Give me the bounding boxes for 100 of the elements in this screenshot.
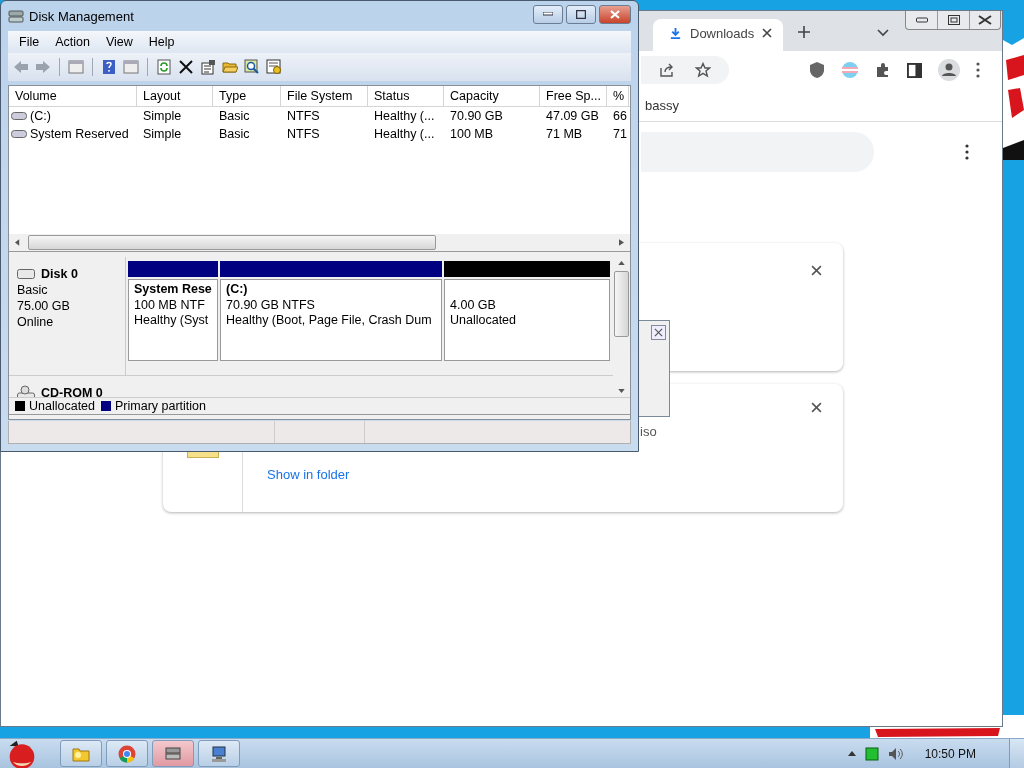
table-cell-text: 66 [612, 109, 628, 123]
table-cell-text: Simple [142, 127, 183, 141]
drive-icon [17, 269, 35, 279]
bookmark-item[interactable]: bassy [645, 97, 679, 113]
menu-icon[interactable] [976, 62, 980, 78]
menu-icon[interactable] [965, 144, 969, 160]
minimize-icon [915, 17, 928, 23]
disk-icon [164, 744, 182, 763]
new-tab-icon[interactable] [797, 25, 811, 39]
window-title: Disk Management [29, 8, 134, 24]
drive-icon [11, 112, 27, 120]
menu-item[interactable]: Help [148, 35, 175, 49]
close-icon [654, 328, 663, 337]
close-icon[interactable] [811, 402, 822, 413]
table-cell-text: NTFS [286, 109, 321, 123]
address-bar[interactable] [641, 56, 729, 84]
refresh-icon[interactable] [156, 59, 172, 75]
partition-size: 70.90 GB NTFS [226, 298, 316, 312]
disk-type: Basic [17, 283, 49, 297]
table-cell-text: Basic [218, 109, 251, 123]
close-button[interactable] [651, 325, 666, 340]
show-in-folder-link[interactable]: Show in folder [267, 467, 350, 482]
disk-status: Online [17, 315, 55, 329]
table-cell-text: 71 [612, 127, 628, 141]
settings-icon[interactable] [266, 59, 282, 75]
taskbar-button[interactable] [152, 740, 194, 767]
partition-size: 100 MB NTF [134, 298, 206, 312]
horizontal-scrollbar[interactable] [9, 234, 630, 252]
menu-item[interactable]: View [105, 35, 133, 49]
arrow-up-icon[interactable] [618, 261, 625, 265]
close-icon [978, 15, 992, 25]
folder-icon [72, 745, 90, 762]
computer-icon [210, 744, 228, 763]
table-cell-text: 71 MB [545, 127, 584, 141]
menu-item[interactable]: File [19, 35, 40, 49]
table-cell-text: Healthy (... [373, 109, 436, 123]
close-icon [610, 9, 620, 19]
column-header[interactable]: % [607, 86, 629, 106]
caret-up-icon[interactable] [847, 751, 856, 756]
speaker-icon[interactable] [887, 746, 904, 761]
table-cell-text: 70.90 GB [449, 109, 504, 123]
folder-icon[interactable] [222, 59, 238, 75]
disk-icon [8, 8, 24, 24]
partition-name: System Rese [134, 282, 213, 297]
restore-icon [947, 15, 960, 25]
minimize-button[interactable] [533, 4, 563, 24]
column-header[interactable]: Type [213, 86, 281, 106]
download-icon [669, 26, 682, 40]
disk-name: CD-ROM 0 [41, 386, 103, 397]
column-header[interactable]: Layout [137, 86, 213, 106]
taskbar-button[interactable] [106, 740, 148, 767]
search-icon[interactable] [244, 59, 260, 75]
table-cell-text: 47.09 GB [545, 109, 600, 123]
browser-icon [118, 744, 136, 763]
star-icon[interactable] [695, 62, 711, 78]
maximize-button[interactable] [566, 4, 596, 24]
maximize-icon [576, 9, 586, 19]
partition-size: 4.00 GB [450, 298, 497, 312]
puzzle-icon[interactable] [875, 62, 891, 78]
partition-status: Healthy (Syst [134, 313, 210, 327]
legend-label: Primary partition [115, 399, 206, 413]
arrow-right-icon[interactable] [619, 239, 624, 246]
table-cell-text: Simple [142, 109, 183, 123]
arrow-left-icon[interactable] [15, 239, 20, 246]
table-cell-text: Basic [218, 127, 251, 141]
legend-label: Unallocated [29, 399, 95, 413]
close-icon[interactable] [762, 28, 773, 38]
partition-status: Unallocated [450, 313, 517, 327]
cd-drive-icon [17, 385, 35, 397]
partition-status: Healthy (Boot, Page File, Crash Dum [226, 313, 433, 327]
file-name[interactable]: iso [640, 424, 657, 439]
taskbar-button[interactable] [198, 740, 240, 767]
table-cell-text: NTFS [286, 127, 321, 141]
table-cell-text: Healthy (... [373, 127, 436, 141]
drive-icon [11, 130, 27, 138]
partition-name: (C:) [226, 282, 249, 297]
chevron-down-icon[interactable] [877, 29, 889, 37]
column-header[interactable]: File System [281, 86, 368, 106]
table-cell-text: 100 MB [449, 127, 495, 141]
shield-icon[interactable] [809, 61, 825, 79]
column-header[interactable]: Status [368, 86, 444, 106]
delete-icon[interactable] [178, 59, 194, 75]
profile-icon[interactable] [938, 59, 960, 81]
share-icon[interactable] [659, 62, 675, 78]
help-icon[interactable] [101, 59, 117, 75]
browser-tab[interactable]: Downloads [653, 19, 783, 51]
column-header[interactable]: Volume [9, 86, 137, 106]
close-button[interactable] [599, 4, 631, 24]
menu-item[interactable]: Action [55, 35, 90, 49]
close-icon[interactable] [811, 265, 822, 276]
sidebar-icon[interactable] [907, 62, 922, 78]
disk-name: Disk 0 [41, 267, 78, 281]
table-cell: System Reserved [30, 127, 129, 141]
column-header[interactable]: Capacity [444, 86, 540, 106]
properties-icon[interactable] [200, 59, 216, 75]
column-header[interactable]: Free Sp... [540, 86, 607, 106]
clock[interactable]: 10:50 PM [924, 746, 976, 761]
arrow-down-icon[interactable] [618, 389, 625, 393]
battery-icon[interactable] [864, 746, 879, 761]
table-cell: (C:) [30, 109, 51, 123]
